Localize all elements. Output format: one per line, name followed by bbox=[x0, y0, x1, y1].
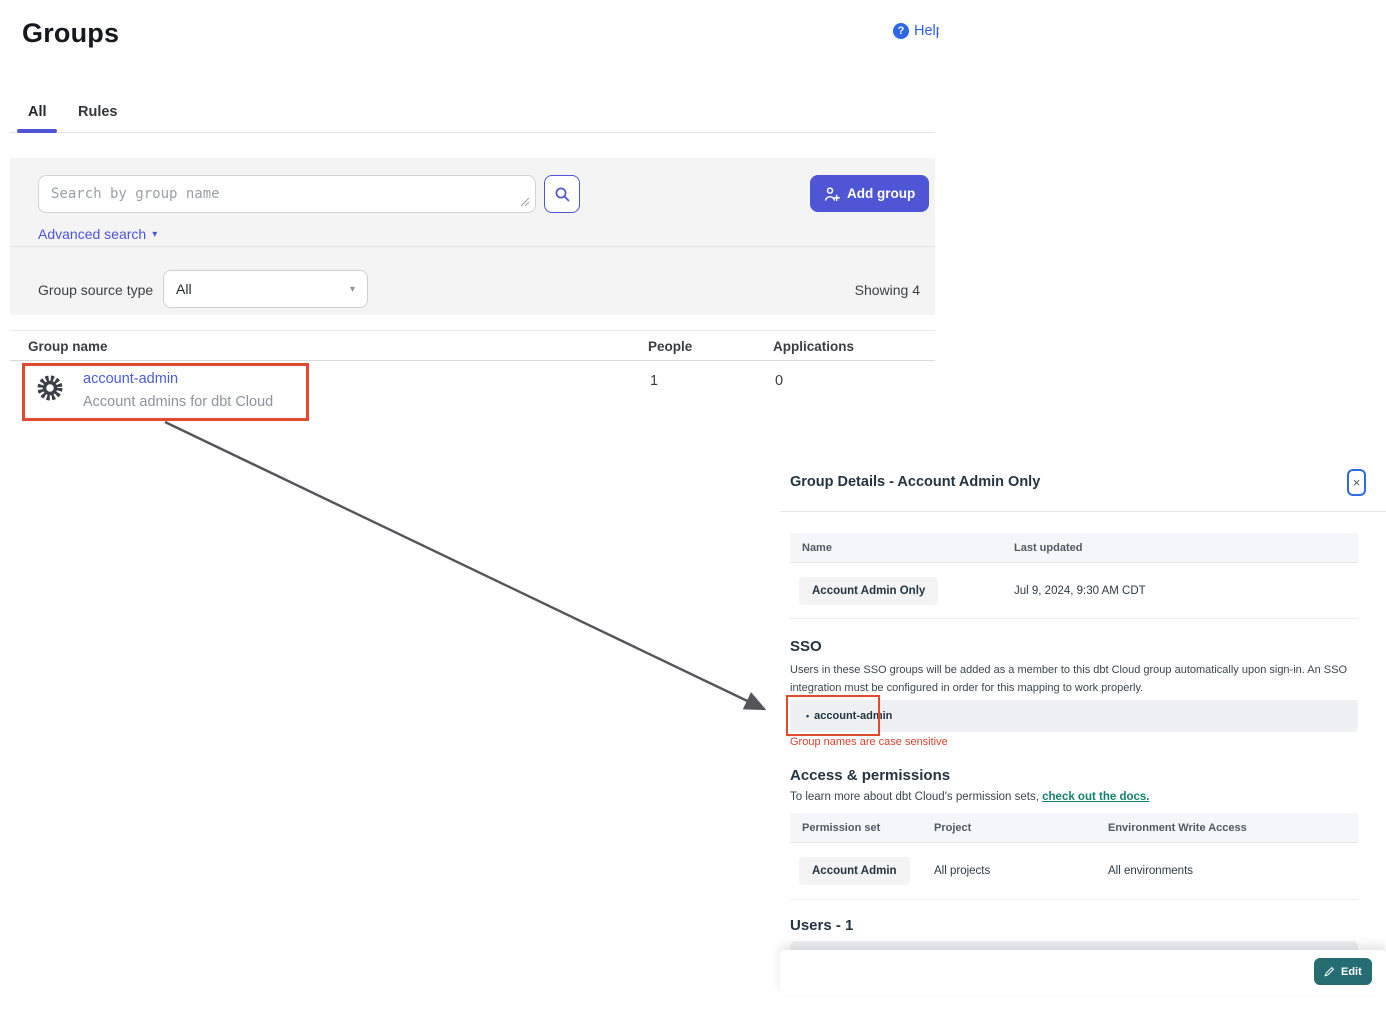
showing-count: Showing 4 bbox=[735, 282, 920, 298]
column-header-name: Name bbox=[802, 542, 832, 554]
drawer-footer bbox=[780, 950, 1386, 995]
last-updated-value: Jul 9, 2024, 9:30 AM CDT bbox=[1014, 585, 1146, 597]
column-header-applications: Applications bbox=[773, 339, 854, 354]
access-permissions-heading: Access & permissions bbox=[790, 767, 950, 784]
highlight-box-sso-group bbox=[786, 695, 880, 736]
group-source-type-value: All bbox=[176, 281, 192, 297]
panel-divider bbox=[10, 246, 935, 247]
group-name-chip: Account Admin Only bbox=[799, 577, 938, 605]
docs-sentence: To learn more about dbt Cloud's permissi… bbox=[790, 791, 1149, 803]
help-question-icon: ? bbox=[893, 23, 909, 39]
column-header-project: Project bbox=[934, 822, 971, 834]
chevron-down-icon: ▾ bbox=[350, 284, 355, 295]
drawer-divider bbox=[780, 511, 1386, 512]
docs-link[interactable]: check out the docs. bbox=[1042, 791, 1149, 803]
close-icon: × bbox=[1353, 476, 1361, 489]
column-header-people: People bbox=[648, 339, 692, 354]
edit-button[interactable]: Edit bbox=[1314, 958, 1372, 985]
advanced-search-label: Advanced search bbox=[38, 226, 146, 242]
search-button[interactable] bbox=[544, 175, 580, 213]
group-source-type-select[interactable]: All ▾ bbox=[163, 270, 368, 308]
search-input[interactable] bbox=[38, 175, 536, 213]
environment-value: All environments bbox=[1108, 865, 1193, 877]
add-user-icon bbox=[824, 186, 840, 202]
group-source-type-label: Group source type bbox=[38, 282, 153, 298]
edit-label: Edit bbox=[1341, 966, 1362, 978]
users-heading: Users - 1 bbox=[790, 917, 853, 934]
column-header-last-updated: Last updated bbox=[1014, 542, 1082, 554]
tab-rules[interactable]: Rules bbox=[78, 104, 118, 120]
highlight-box-group-row bbox=[22, 363, 309, 421]
active-tab-underline bbox=[17, 129, 57, 133]
drawer-title: Group Details - Account Admin Only bbox=[790, 474, 1040, 490]
help-link[interactable]: ? Help bbox=[893, 23, 939, 39]
group-applications-count: 0 bbox=[775, 373, 783, 389]
add-group-button[interactable]: Add group bbox=[810, 175, 929, 212]
screenshot-root: Groups ? Help All Rules Add group Advanc… bbox=[0, 0, 1386, 1009]
help-label: Help bbox=[914, 23, 939, 39]
search-icon bbox=[554, 186, 571, 203]
column-header-permission-set: Permission set bbox=[802, 822, 880, 834]
close-button[interactable]: × bbox=[1347, 469, 1366, 496]
group-people-count: 1 bbox=[650, 373, 658, 389]
page-title: Groups bbox=[22, 18, 119, 49]
advanced-search-toggle[interactable]: Advanced search ▾ bbox=[38, 226, 157, 242]
tabs-divider bbox=[10, 132, 935, 133]
column-header-group-name: Group name bbox=[28, 339, 108, 354]
column-header-environment-write-access: Environment Write Access bbox=[1108, 822, 1247, 834]
case-sensitive-warning: Group names are case sensitive bbox=[790, 736, 948, 748]
tab-all[interactable]: All bbox=[28, 104, 47, 120]
add-group-label: Add group bbox=[847, 186, 915, 201]
project-value: All projects bbox=[934, 865, 990, 877]
sso-heading: SSO bbox=[790, 638, 822, 655]
docs-text: To learn more about dbt Cloud's permissi… bbox=[790, 791, 1042, 803]
permission-set-chip: Account Admin bbox=[799, 857, 910, 885]
sso-description: Users in these SSO groups will be added … bbox=[790, 661, 1360, 697]
pencil-icon bbox=[1324, 966, 1335, 977]
chevron-down-icon: ▾ bbox=[152, 229, 157, 240]
